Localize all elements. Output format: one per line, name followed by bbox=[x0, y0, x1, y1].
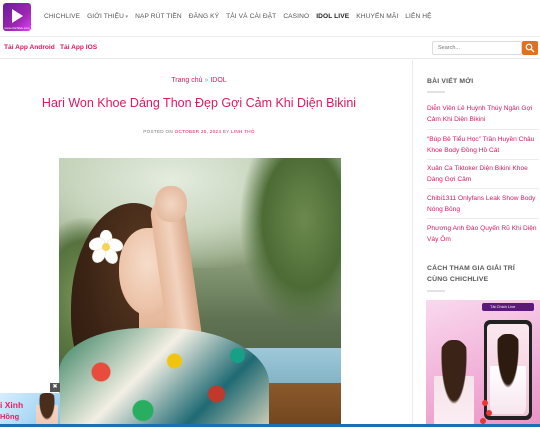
recent-post-link[interactable]: “Búp Bê Tiểu Học” Trần Huyền Châu Khoe B… bbox=[427, 135, 539, 156]
search-input[interactable] bbox=[432, 41, 522, 55]
breadcrumb-home[interactable]: Trang chủ bbox=[171, 77, 202, 84]
floating-ad-line2: Hồng bbox=[0, 412, 20, 421]
site-header: www.chichlive.com CHICHLIVE GIỚI THIỆU ▾ N… bbox=[0, 0, 540, 37]
photo-hand bbox=[155, 186, 187, 222]
main-nav: CHICHLIVE GIỚI THIỆU ▾ NẠP RÚT TIỀN ĐĂNG KÝ… bbox=[44, 13, 439, 20]
nav-item-label: CASINO bbox=[283, 13, 310, 20]
recent-post-link[interactable]: Diễn Viên Lê Huỳnh Thúy Ngân Gợi Cảm Khi… bbox=[427, 104, 539, 125]
nav-item-label: CHICHLIVE bbox=[44, 13, 81, 20]
heart-icon bbox=[486, 410, 492, 416]
download-ios-link[interactable]: Tải App IOS bbox=[60, 44, 97, 51]
photo-dress bbox=[59, 328, 269, 427]
title-underline bbox=[427, 91, 445, 93]
recent-posts-title: BÀI VIẾT MỚI bbox=[427, 78, 474, 85]
nav-item[interactable]: CHICHLIVE bbox=[44, 13, 80, 20]
article-photo bbox=[59, 158, 341, 427]
nav-item[interactable]: CASINO bbox=[283, 13, 309, 20]
nav-item-label: ĐĂNG KÝ bbox=[188, 13, 220, 20]
search-button[interactable] bbox=[522, 41, 538, 55]
recent-post-link[interactable]: Phương Anh Đào Quyến Rũ Khi Diện Váy Ôm bbox=[427, 224, 539, 245]
nav-item-label: KHUYẾN MÃI bbox=[356, 13, 399, 20]
meta-date[interactable]: OCTOBER 25, 2024 bbox=[175, 129, 222, 134]
meta-author[interactable]: LINH THỎ bbox=[231, 129, 255, 134]
site-logo[interactable]: www.chichlive.com bbox=[3, 3, 31, 31]
article-meta: POSTED ON OCTOBER 25, 2024 BY LINH THỎ bbox=[0, 129, 398, 134]
join-guide-title: CÁCH THAM GIA GIẢI TRÍ CÙNG CHICHLIVE bbox=[427, 265, 515, 283]
nav-item-label: IDOL LIVE bbox=[316, 13, 350, 20]
article-title: Hari Won Khoe Dáng Thon Đẹp Gợi Cảm Khi … bbox=[41, 96, 357, 110]
photo-palm-right bbox=[239, 158, 341, 328]
post-divider bbox=[427, 218, 539, 219]
flower-icon bbox=[89, 230, 123, 264]
download-android-link[interactable]: Tải App Android bbox=[4, 44, 55, 51]
play-icon bbox=[12, 9, 23, 23]
nav-item-label: NẠP RÚT TIỀN bbox=[135, 13, 182, 20]
nav-item[interactable]: TẢI VÀ CÀI ĐẶT bbox=[226, 13, 276, 20]
sub-bar: Tải App Android Tải App IOS bbox=[0, 37, 540, 59]
promo-banner[interactable]: Tải Chich Live bbox=[426, 300, 540, 427]
nav-item[interactable]: ĐĂNG KÝ bbox=[189, 13, 219, 20]
nav-item[interactable]: NẠP RÚT TIỀN bbox=[135, 13, 182, 20]
post-divider bbox=[427, 188, 539, 189]
meta-by: BY bbox=[222, 129, 230, 134]
title-underline bbox=[427, 290, 445, 292]
promo-model-right bbox=[490, 334, 526, 414]
meta-posted-on: POSTED ON bbox=[143, 129, 173, 134]
recent-post-link[interactable]: Chibi1311 Onlyfans Leak Show Body Nóng B… bbox=[427, 194, 539, 215]
heart-icon bbox=[482, 400, 488, 406]
breadcrumb-category[interactable]: IDOL bbox=[210, 77, 226, 84]
close-icon[interactable]: ✖ bbox=[50, 383, 60, 392]
nav-item-label: TẢI VÀ CÀI ĐẶT bbox=[226, 13, 277, 20]
promo-app-bar-text: Tải Chich Live bbox=[490, 304, 516, 309]
nav-item-label: LIÊN HỆ bbox=[405, 13, 432, 20]
post-divider bbox=[427, 129, 539, 130]
search-icon bbox=[525, 43, 535, 53]
chevron-down-icon: ▾ bbox=[124, 14, 129, 20]
floating-ad[interactable]: i Xinh Hồng bbox=[0, 393, 60, 427]
recent-post-link[interactable]: Xuân Ca Tiktoker Diện Bikini Khoe Dáng G… bbox=[427, 164, 539, 185]
promo-model-left bbox=[434, 340, 474, 427]
nav-item[interactable]: LIÊN HỆ bbox=[405, 13, 431, 20]
breadcrumb: Trang chủ » IDOL bbox=[0, 77, 398, 84]
nav-item[interactable]: KHUYẾN MÃI bbox=[356, 13, 398, 20]
nav-item-label: GIỚI THIỆU bbox=[87, 13, 125, 20]
nav-item[interactable]: IDOL LIVE bbox=[316, 13, 349, 20]
post-divider bbox=[427, 159, 539, 160]
breadcrumb-separator: » bbox=[204, 77, 209, 84]
floating-ad-figure bbox=[36, 393, 58, 427]
floating-ad-line1: i Xinh bbox=[0, 400, 24, 410]
logo-caption: www.chichlive.com bbox=[4, 26, 30, 30]
nav-item[interactable]: GIỚI THIỆU ▾ bbox=[87, 13, 128, 20]
